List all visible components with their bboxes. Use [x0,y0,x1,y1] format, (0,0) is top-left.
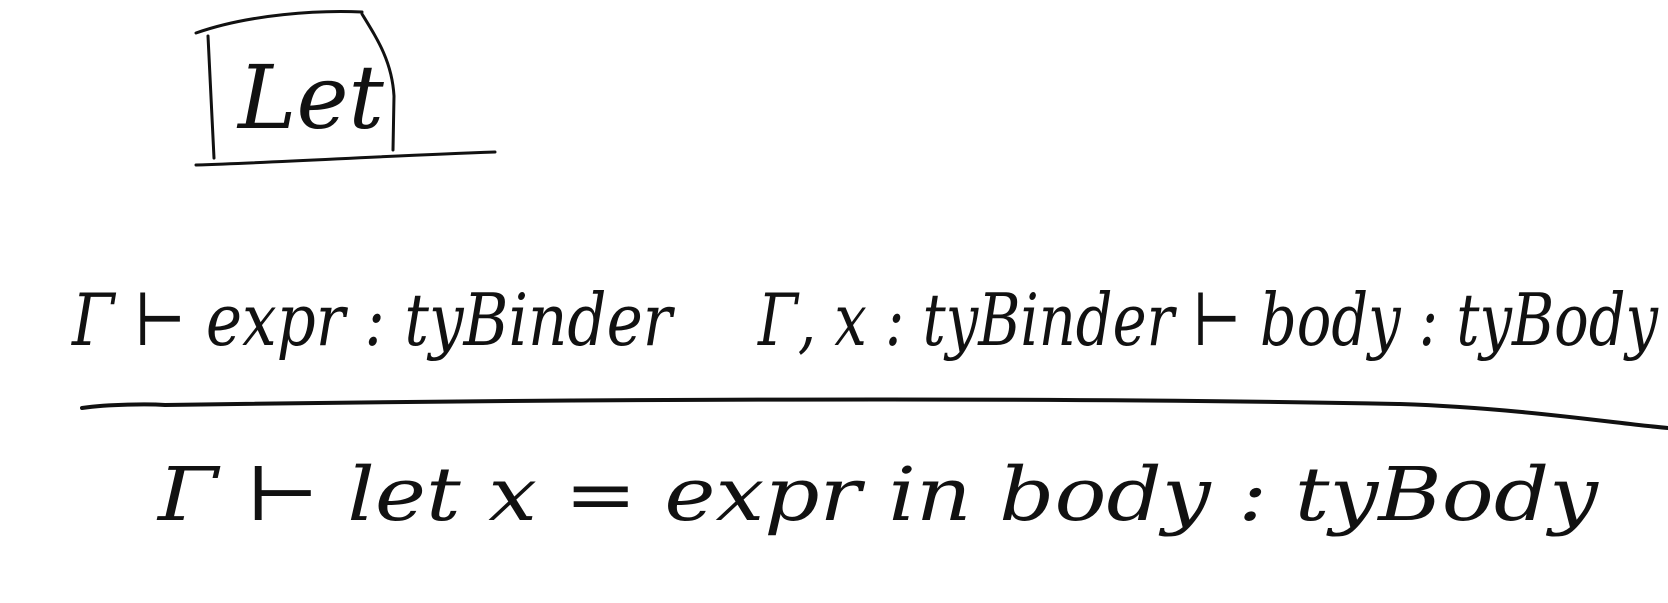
conclusion-typing: Γ ⊢ let x = expr in body : tyBody [156,452,1600,538]
rule-name-box-bottom [194,150,497,167]
rule-name-box-top [194,10,364,35]
rule-name-box-left [206,34,216,160]
rule-name: Let [236,46,385,149]
inference-rule-diagram: Let Γ ⊢ expr : tyBinder Γ, x : tyBinder … [70,10,1668,538]
premise-expr-typing: Γ ⊢ expr : tyBinder [70,278,675,362]
premises: Γ ⊢ expr : tyBinder Γ, x : tyBinder ⊢ bo… [70,278,1659,362]
inference-line [80,397,1668,430]
conclusion: Γ ⊢ let x = expr in body : tyBody [156,452,1600,538]
rule-name-box: Let [194,10,497,167]
premise-body-typing: Γ, x : tyBinder ⊢ body : tyBody [756,278,1659,362]
whiteboard-canvas: Let Γ ⊢ expr : tyBinder Γ, x : tyBinder … [0,0,1668,598]
